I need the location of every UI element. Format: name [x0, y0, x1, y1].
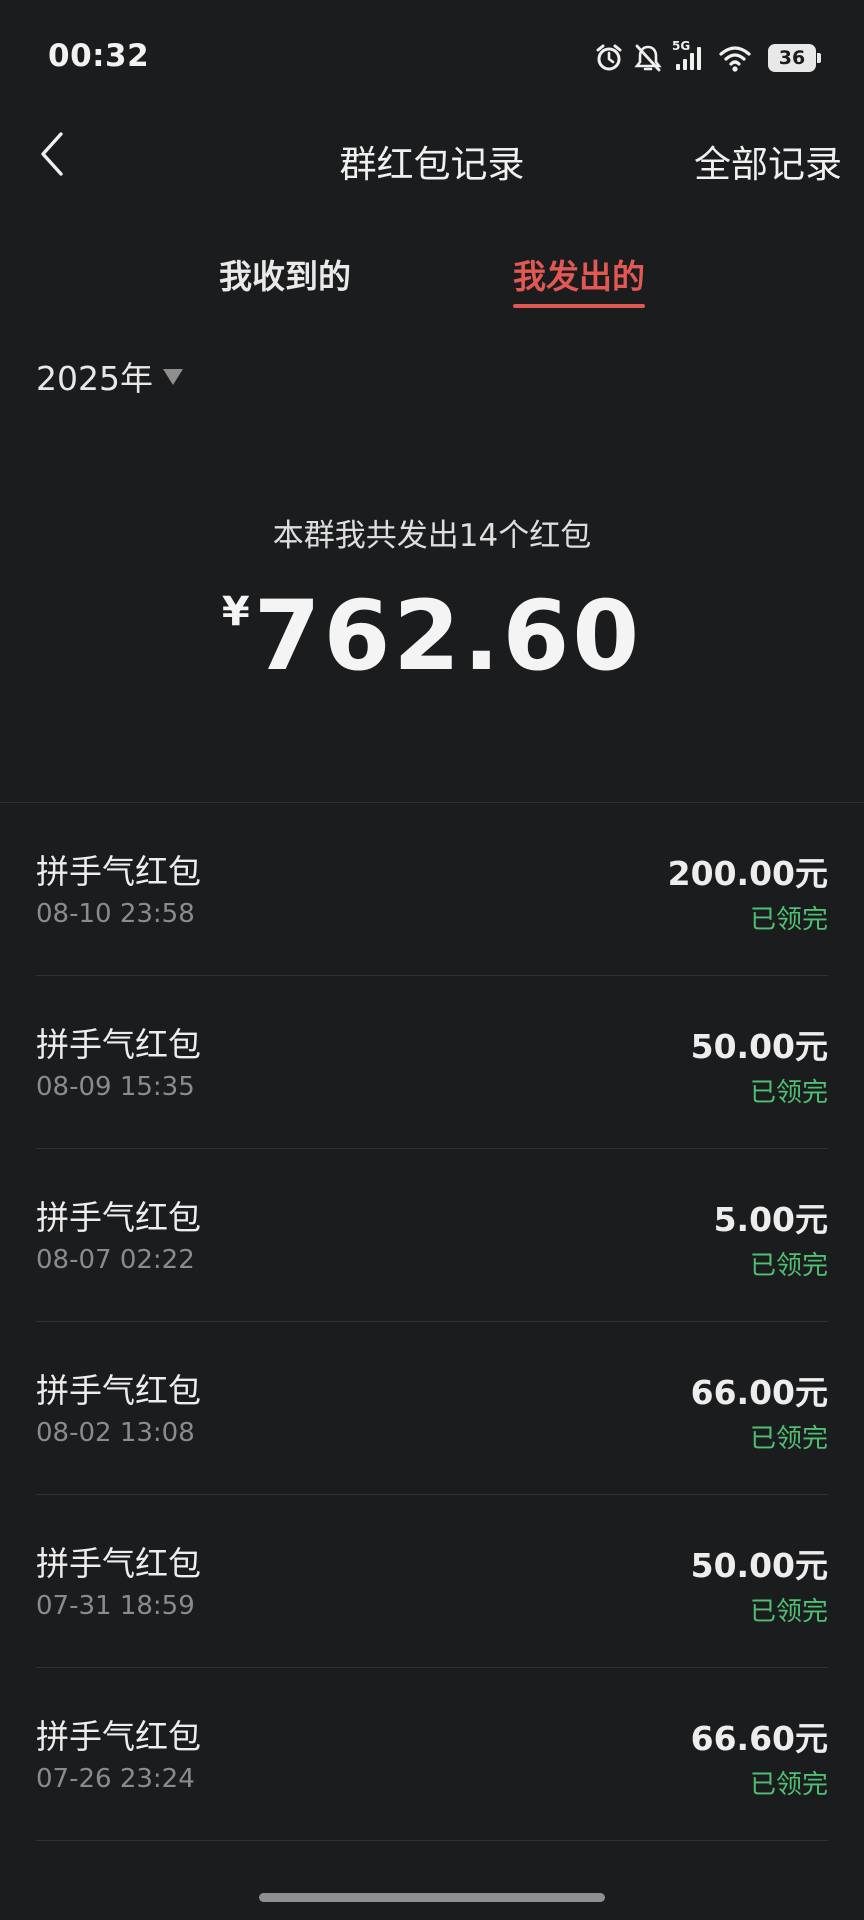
dropdown-triangle-icon [162, 369, 183, 385]
active-tab-indicator [513, 304, 645, 308]
all-records-button[interactable]: 全部记录 [694, 134, 842, 188]
signal-icon: 5G [672, 39, 708, 73]
record-title: 拼手气红包 [36, 852, 201, 891]
tab-sent[interactable]: 我发出的 [489, 250, 669, 298]
record-title: 拼手气红包 [36, 1025, 201, 1064]
record-amount: 200.00元 [667, 854, 828, 893]
record-list: 拼手气红包 08-10 23:58 200.00元 已领完 拼手气红包 08-0… [36, 803, 828, 1841]
home-indicator[interactable] [259, 1893, 605, 1902]
battery-level: 36 [778, 47, 806, 69]
battery-icon: 36 [768, 44, 821, 72]
record-amount: 66.00元 [690, 1373, 828, 1412]
record-time: 08-10 23:58 [36, 899, 195, 929]
record-time: 07-26 23:24 [36, 1764, 195, 1794]
record-amount: 66.60元 [690, 1719, 828, 1758]
alarm-icon [594, 43, 624, 73]
record-title: 拼手气红包 [36, 1717, 201, 1756]
summary-amount: ¥762.60 [0, 580, 864, 692]
record-status: 已领完 [749, 1770, 828, 1800]
record-amount: 50.00元 [690, 1546, 828, 1585]
status-icons: 5G 36 [594, 39, 821, 76]
list-item[interactable]: 拼手气红包 07-26 23:24 66.60元 已领完 [36, 1668, 828, 1841]
record-status: 已领完 [749, 1424, 828, 1454]
record-time: 08-07 02:22 [36, 1245, 195, 1275]
record-time: 07-31 18:59 [36, 1591, 195, 1621]
year-label: 2025年 [36, 359, 153, 398]
record-title: 拼手气红包 [36, 1371, 201, 1410]
record-amount: 50.00元 [690, 1027, 828, 1066]
record-amount: 5.00元 [713, 1200, 828, 1239]
record-time: 08-02 13:08 [36, 1418, 195, 1448]
mute-bell-icon [634, 43, 662, 73]
record-title: 拼手气红包 [36, 1544, 201, 1583]
status-time: 00:32 [48, 38, 150, 74]
record-time: 08-09 15:35 [36, 1072, 195, 1102]
currency-symbol: ¥ [221, 589, 250, 635]
list-item[interactable]: 拼手气红包 08-10 23:58 200.00元 已领完 [36, 803, 828, 976]
status-bar: 00:32 5G 36 [0, 0, 864, 110]
summary-caption: 本群我共发出14个红包 [272, 518, 592, 554]
tab-received[interactable]: 我收到的 [195, 250, 375, 298]
list-item[interactable]: 拼手气红包 07-31 18:59 50.00元 已领完 [36, 1495, 828, 1668]
list-item[interactable]: 拼手气红包 08-09 15:35 50.00元 已领完 [36, 976, 828, 1149]
record-status: 已领完 [749, 1597, 828, 1627]
header: 群红包记录 全部记录 [0, 110, 864, 200]
list-item[interactable]: 拼手气红包 08-02 13:08 66.00元 已领完 [36, 1322, 828, 1495]
year-selector[interactable]: 2025年 [36, 352, 183, 400]
record-title: 拼手气红包 [36, 1198, 201, 1237]
list-item[interactable]: 拼手气红包 08-07 02:22 5.00元 已领完 [36, 1149, 828, 1322]
record-status: 已领完 [749, 905, 828, 935]
tab-bar: 我收到的 我发出的 [0, 240, 864, 310]
total-amount: 762.60 [253, 580, 643, 692]
record-status: 已领完 [749, 1078, 828, 1108]
wifi-icon [718, 43, 752, 73]
record-status: 已领完 [749, 1251, 828, 1281]
